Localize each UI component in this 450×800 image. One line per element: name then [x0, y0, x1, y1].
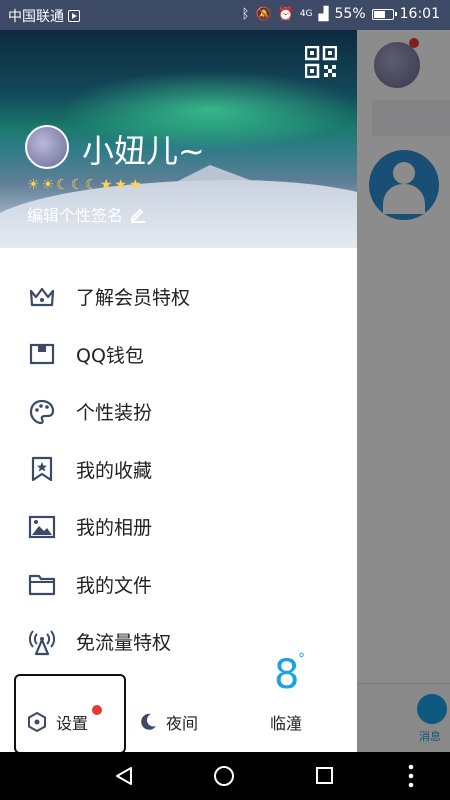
menu-item-label: QQ钱包: [76, 344, 144, 367]
settings-button[interactable]: 设置: [26, 710, 88, 734]
settings-notification-dot: [92, 705, 102, 715]
side-drawer: 小妞儿~ ☀ ☀ ☾ ☾ ☾ ★ ★ ★ 编辑个性签名 了解会员特权 QQ钱包 …: [0, 30, 357, 752]
menu-item-qq-wallet[interactable]: QQ钱包: [0, 326, 357, 384]
star-icon: ★: [128, 177, 142, 193]
menu-item-label: 我的相册: [76, 517, 153, 540]
status-bar: 中国联通 ᛒ 🔕 ⏰ 4G ▟ 55% 16:01: [0, 0, 450, 30]
video-play-icon: [68, 10, 80, 22]
more-vertical-icon[interactable]: [408, 764, 414, 788]
level-badges[interactable]: ☀ ☀ ☾ ☾ ☾ ★ ★ ★: [27, 177, 142, 193]
dim-overlay[interactable]: [357, 30, 450, 752]
edit-signature-label: 编辑个性签名: [27, 206, 124, 225]
menu-item-label: 我的文件: [76, 574, 153, 597]
menu-item-label: 个性装扮: [76, 402, 153, 425]
image-icon: [28, 515, 56, 538]
bluetooth-icon: ᛒ: [241, 6, 250, 22]
folder-icon: [28, 575, 56, 596]
clock: 16:01: [399, 6, 440, 22]
star-icon: ★: [114, 177, 127, 193]
drawer-menu: 了解会员特权 QQ钱包 个性装扮 我的收藏 我的相册 我的文件 免流量特权: [0, 268, 357, 671]
antenna-icon: [29, 630, 55, 655]
moon-icon: ☾: [85, 177, 98, 193]
bookmark-star-icon: [31, 457, 53, 482]
menu-item-personalization[interactable]: 个性装扮: [0, 383, 357, 441]
weather-city[interactable]: 临潼: [270, 710, 302, 734]
pencil-icon: [131, 208, 146, 223]
palette-icon: [29, 399, 55, 424]
night-label: 夜间: [166, 714, 199, 733]
crown-icon: [29, 287, 55, 306]
menu-item-album[interactable]: 我的相册: [0, 498, 357, 556]
alarm-icon: ⏰: [277, 6, 294, 22]
moon-icon: ☾: [70, 177, 84, 193]
star-icon: ★: [99, 177, 113, 193]
home-icon[interactable]: [214, 766, 234, 786]
wallet-icon: [29, 344, 55, 365]
edit-signature-link[interactable]: 编辑个性签名: [27, 202, 147, 226]
battery-icon: [371, 8, 397, 20]
menu-item-label: 免流量特权: [76, 632, 172, 655]
recent-apps-icon[interactable]: [316, 767, 333, 784]
mute-icon: 🔕: [255, 6, 272, 22]
settings-label: 设置: [56, 714, 89, 733]
night-mode-button[interactable]: 夜间: [138, 710, 198, 734]
menu-item-label: 了解会员特权: [76, 287, 191, 310]
battery-percent: 55%: [334, 6, 366, 22]
avatar[interactable]: [25, 125, 69, 169]
sun-icon: ☀: [27, 177, 40, 193]
weather-degree-symbol: °: [298, 651, 305, 667]
weather-temperature[interactable]: 8: [274, 652, 299, 698]
carrier-name: 中国联通: [8, 9, 64, 25]
navigation-bar: [0, 752, 450, 800]
network-type: 4G: [299, 9, 313, 19]
profile-header: 小妞儿~ ☀ ☀ ☾ ☾ ☾ ★ ★ ★ 编辑个性签名: [0, 30, 357, 248]
nickname[interactable]: 小妞儿~: [82, 126, 205, 172]
signal-icon: ▟: [318, 6, 329, 22]
screen: 中国联通 ᛒ 🔕 ⏰ 4G ▟ 55% 16:01 消息 小妞儿~ ☀ ☀ ☾ …: [0, 0, 450, 800]
menu-item-favorites[interactable]: 我的收藏: [0, 441, 357, 499]
moon-icon: ☾: [56, 177, 69, 193]
settings-hexagon-icon: [28, 711, 46, 733]
moon-icon: [141, 713, 156, 730]
back-icon[interactable]: [114, 766, 134, 786]
sun-icon: ☀: [41, 177, 55, 193]
qr-code-icon[interactable]: [305, 46, 337, 78]
menu-item-files[interactable]: 我的文件: [0, 556, 357, 614]
menu-item-vip-privileges[interactable]: 了解会员特权: [0, 268, 357, 326]
menu-item-label: 我的收藏: [76, 459, 153, 482]
